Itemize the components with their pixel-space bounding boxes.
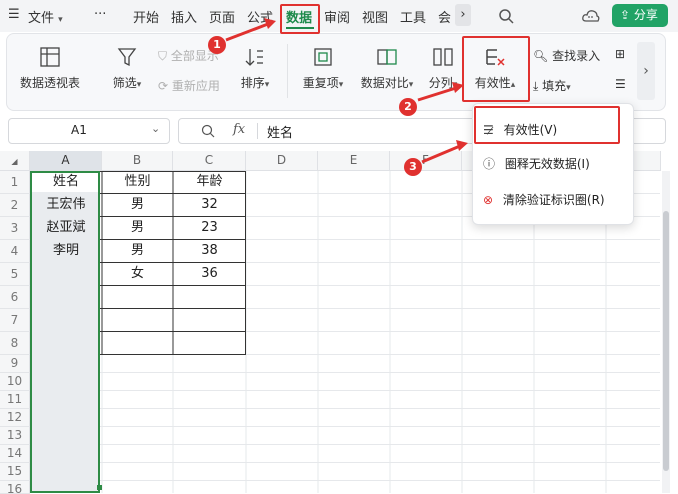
step-badge-1: 1 (208, 36, 226, 54)
step-badge-2: 2 (399, 98, 417, 116)
step-badge-3: 3 (404, 158, 422, 176)
annotation-arrows (225, 18, 468, 164)
